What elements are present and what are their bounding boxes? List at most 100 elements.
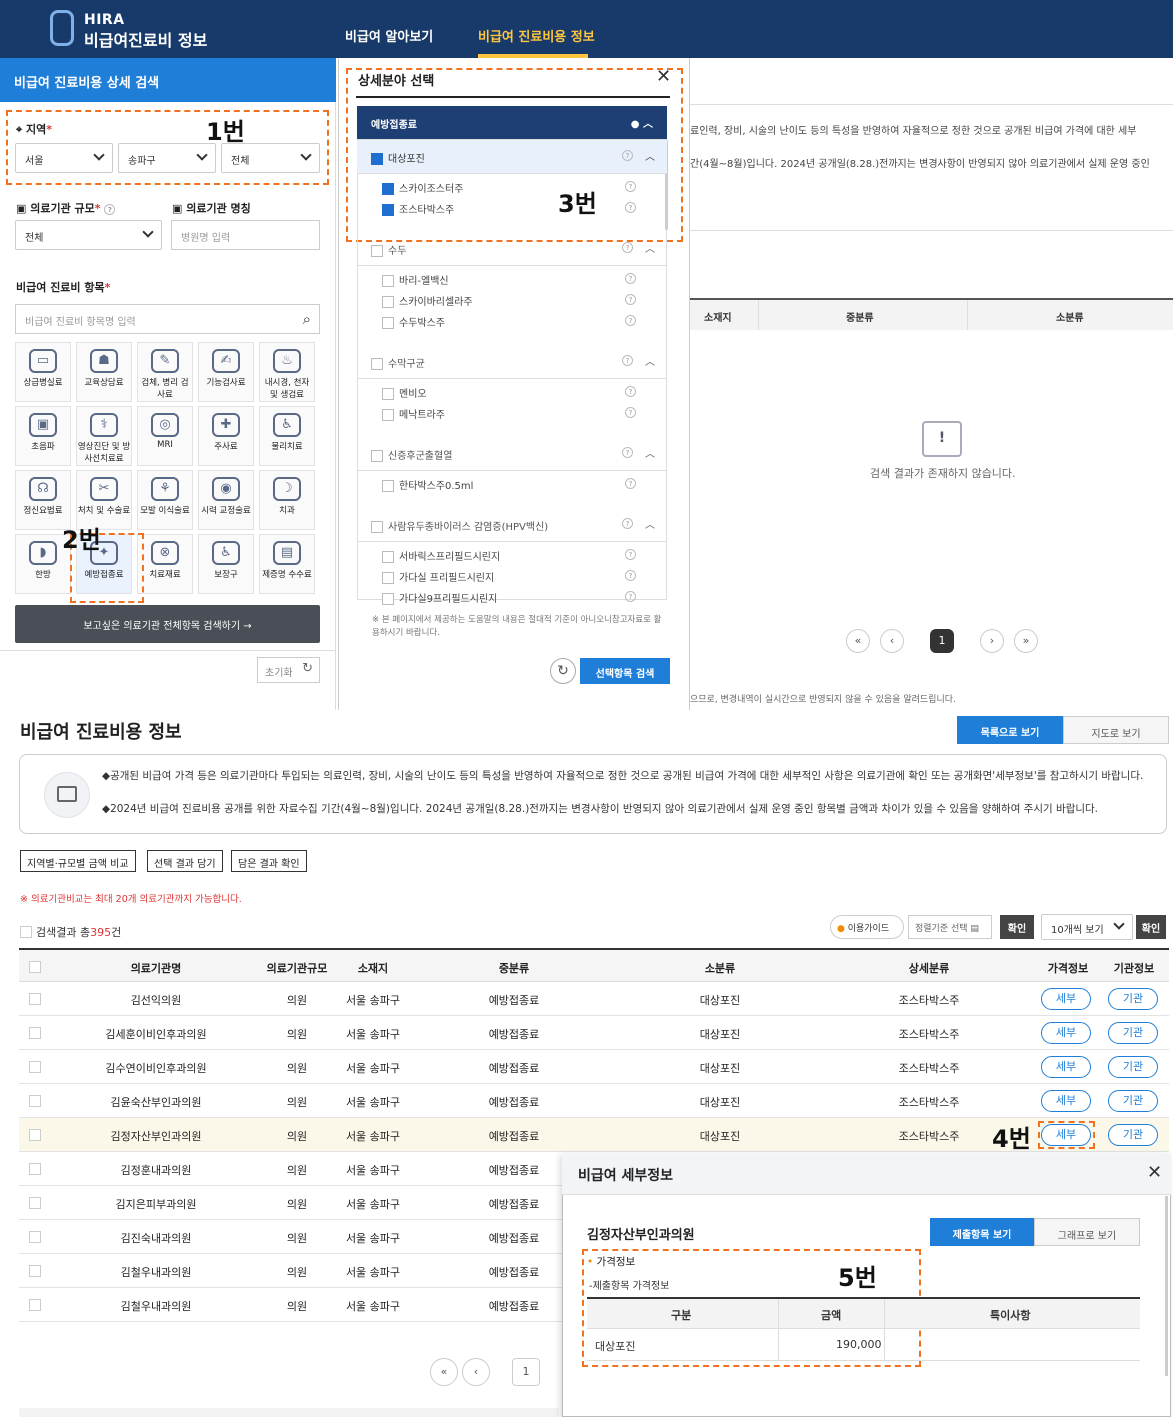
checkbox[interactable] bbox=[382, 388, 394, 400]
help-icon[interactable]: ? bbox=[104, 204, 116, 215]
table-row[interactable]: 김윤숙산부인과의원 의원 서울 송파구 예방접종료 대상포진 조스타박스주 세부 기관 bbox=[19, 1084, 1169, 1118]
checkbox[interactable] bbox=[371, 153, 383, 165]
category-1[interactable]: ▭ 상급병실료 bbox=[15, 342, 71, 402]
subgroup-header[interactable]: 사람유두종바이러스 감염증(HPV백신)? ︿ bbox=[357, 508, 667, 542]
category-3[interactable]: ✎ 검체, 병리 검사료 bbox=[137, 342, 193, 402]
help-icon[interactable]: ? bbox=[625, 273, 636, 284]
row-checkbox[interactable] bbox=[29, 1265, 41, 1277]
chevron-up-icon[interactable]: ︿ bbox=[645, 148, 655, 163]
search-icon[interactable]: ⌕ bbox=[303, 310, 311, 328]
category-4[interactable]: ✍ 기능검사료 bbox=[198, 342, 254, 402]
first-page-icon[interactable]: « bbox=[430, 1358, 458, 1386]
checkbox[interactable] bbox=[382, 183, 394, 195]
detail-button[interactable]: 세부 bbox=[1041, 988, 1091, 1010]
category-14[interactable]: ◉ 시력 교정술료 bbox=[198, 470, 254, 530]
group-vaccination[interactable]: 예방접종료 ● ︿ bbox=[357, 106, 667, 140]
category-13[interactable]: ⚘ 모발 이식술료 bbox=[137, 470, 193, 530]
subitem-row[interactable]: 수두박스주? bbox=[382, 314, 642, 329]
checkbox[interactable] bbox=[382, 204, 394, 216]
page-current[interactable]: 1 bbox=[930, 629, 954, 653]
sort-select[interactable]: 정렬기준 선택 ▤ bbox=[908, 915, 992, 939]
category-20[interactable]: ▤ 제증명 수수료 bbox=[259, 534, 315, 594]
first-page-icon[interactable]: « bbox=[846, 629, 870, 653]
subitem-row[interactable]: 한타박스주0.5ml? bbox=[382, 477, 642, 492]
category-15[interactable]: ☽ 치과 bbox=[259, 470, 315, 530]
help-icon[interactable]: ? bbox=[625, 591, 636, 602]
help-icon[interactable]: ? bbox=[625, 181, 636, 192]
table-row[interactable]: 김선익의원 의원 서울 송파구 예방접종료 대상포진 조스타박스주 세부 기관 bbox=[19, 982, 1169, 1016]
view-added-button[interactable]: 담은 결과 확인 bbox=[231, 850, 307, 872]
chevron-up-icon[interactable]: ︿ bbox=[645, 516, 655, 531]
chevron-up-icon[interactable]: ︿ bbox=[645, 445, 655, 460]
detail-button[interactable]: 세부 bbox=[1041, 1022, 1091, 1044]
checkbox[interactable] bbox=[382, 593, 394, 605]
region-district-select[interactable]: 송파구 bbox=[118, 143, 216, 173]
subitem-row[interactable]: 가다실 프리필드시린지? bbox=[382, 569, 642, 584]
subgroup-header[interactable]: 신증후군출혈열? ︿ bbox=[357, 437, 667, 471]
checkbox[interactable] bbox=[382, 480, 394, 492]
subitem-row[interactable]: 서바릭스프리필드시린지? bbox=[382, 548, 642, 563]
prev-page-icon[interactable]: ‹ bbox=[462, 1358, 490, 1386]
row-checkbox[interactable] bbox=[29, 1027, 41, 1039]
row-checkbox[interactable] bbox=[29, 993, 41, 1005]
row-checkbox[interactable] bbox=[29, 1197, 41, 1209]
help-icon[interactable]: ? bbox=[622, 355, 633, 366]
checkbox[interactable] bbox=[382, 275, 394, 287]
help-icon[interactable]: ? bbox=[625, 386, 636, 397]
category-7[interactable]: ⚕ 영상진단 및 방사선치료료 bbox=[76, 406, 132, 466]
modal-reset-icon[interactable]: ↻ bbox=[550, 658, 576, 684]
add-selected-button[interactable]: 선택 결과 담기 bbox=[147, 850, 223, 872]
nav-about[interactable]: 비급여 알아보기 bbox=[345, 26, 433, 45]
checkbox[interactable] bbox=[382, 409, 394, 421]
select-all-checkbox[interactable] bbox=[20, 926, 32, 938]
help-icon[interactable]: ? bbox=[625, 407, 636, 418]
item-search-input[interactable]: 비급여 진료비 항목명 입력 ⌕ bbox=[15, 304, 320, 334]
guide-button[interactable]: ● 이용가이드 bbox=[830, 915, 904, 939]
category-19[interactable]: ♿ 보장구 bbox=[198, 534, 254, 594]
subitem-row[interactable]: 조스타박스주? bbox=[382, 201, 642, 216]
row-checkbox[interactable] bbox=[29, 1129, 41, 1141]
sort-confirm-button[interactable]: 확인 bbox=[1000, 915, 1034, 939]
tab-graph[interactable]: 그래프로 보기 bbox=[1034, 1218, 1140, 1246]
institution-button[interactable]: 기관 bbox=[1108, 1022, 1158, 1044]
header-checkbox[interactable] bbox=[29, 961, 41, 973]
tab-submitted-items[interactable]: 제출항목 보기 bbox=[930, 1218, 1034, 1246]
checkbox[interactable] bbox=[371, 450, 383, 462]
subitem-row[interactable]: 메낙트라주? bbox=[382, 406, 642, 421]
view-map-button[interactable]: 지도로 보기 bbox=[1063, 716, 1169, 744]
subgroup-header[interactable]: 대상포진? ︿ bbox=[357, 140, 667, 174]
category-10[interactable]: ♿ 물리치료 bbox=[259, 406, 315, 466]
subgroup-header[interactable]: 수두? ︿ bbox=[357, 232, 667, 266]
checkbox[interactable] bbox=[371, 245, 383, 257]
row-checkbox[interactable] bbox=[29, 1231, 41, 1243]
category-6[interactable]: ▣ 초음파 bbox=[15, 406, 71, 466]
next-page-icon[interactable]: › bbox=[980, 629, 1004, 653]
last-page-icon[interactable]: » bbox=[1014, 629, 1038, 653]
category-2[interactable]: ☗ 교육상담료 bbox=[76, 342, 132, 402]
detail-button[interactable]: 세부 bbox=[1041, 1090, 1091, 1112]
prev-page-icon[interactable]: ‹ bbox=[880, 629, 904, 653]
row-checkbox[interactable] bbox=[29, 1163, 41, 1175]
category-18[interactable]: ⊗ 치료재료 bbox=[137, 534, 193, 594]
category-8[interactable]: ◎ MRI bbox=[137, 406, 193, 466]
per-page-select[interactable]: 10개씩 보기 bbox=[1041, 914, 1133, 940]
subitem-row[interactable]: 멘비오? bbox=[382, 385, 642, 400]
checkbox[interactable] bbox=[382, 572, 394, 584]
table-row[interactable]: 김수연이비인후과의원 의원 서울 송파구 예방접종료 대상포진 조스타박스주 세부 기관 bbox=[19, 1050, 1169, 1084]
subitem-row[interactable]: 바리-엘백신? bbox=[382, 272, 642, 287]
help-icon[interactable]: ? bbox=[622, 447, 633, 458]
help-icon[interactable]: ? bbox=[622, 242, 633, 253]
hospital-name-input[interactable]: 병원명 입력 bbox=[171, 220, 320, 250]
help-icon[interactable]: ? bbox=[625, 549, 636, 560]
category-9[interactable]: ✚ 주사료 bbox=[198, 406, 254, 466]
checkbox[interactable] bbox=[382, 317, 394, 329]
chevron-up-icon[interactable]: ︿ bbox=[645, 240, 655, 255]
compare-region-scale-button[interactable]: 지역별·규모별 금액 비교 bbox=[20, 850, 136, 872]
institution-button[interactable]: 기관 bbox=[1108, 1090, 1158, 1112]
help-icon[interactable]: ? bbox=[622, 518, 633, 529]
help-icon[interactable]: ? bbox=[625, 294, 636, 305]
reset-button[interactable]: 초기화 ↻ bbox=[257, 657, 320, 683]
per-page-confirm-button[interactable]: 확인 bbox=[1136, 915, 1166, 939]
row-checkbox[interactable] bbox=[29, 1061, 41, 1073]
checkbox[interactable] bbox=[382, 296, 394, 308]
